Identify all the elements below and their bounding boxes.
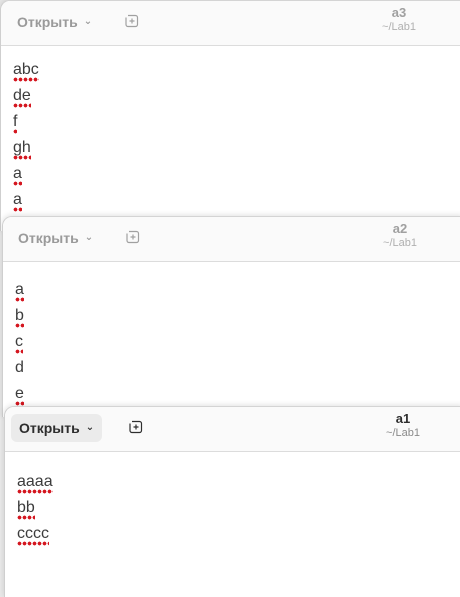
new-tab-icon[interactable] [125, 14, 139, 28]
misspelled-word: abc [13, 59, 39, 83]
text-line: f [13, 111, 39, 137]
misspelled-word: c [15, 331, 23, 355]
text-area[interactable]: aaaa bb cccc [17, 471, 53, 549]
window-title: a1 ~/Lab1 [363, 411, 443, 440]
document-title: a3 [391, 5, 407, 20]
document-title: a2 [392, 221, 408, 236]
text-line: c [15, 331, 24, 357]
text-line: a [13, 163, 39, 189]
window-title: a2 ~/Lab1 [360, 221, 440, 250]
misspelled-word: a [15, 279, 24, 303]
open-button[interactable]: Открыть ⌄ [9, 8, 100, 36]
misspelled-word: b [15, 305, 24, 329]
open-button[interactable]: Открыть ⌄ [11, 414, 103, 442]
misspelled-word: a [13, 163, 22, 187]
editor-window-a3[interactable]: Открыть ⌄ a3 ~/Lab1 abc de f gh a a [0, 0, 460, 231]
document-path: ~/Lab1 [383, 236, 417, 249]
open-button-label: Открыть [17, 14, 78, 30]
document-path: ~/Lab1 [386, 426, 420, 439]
misspelled-word: f [13, 111, 18, 135]
window-title: a3 ~/Lab1 [359, 5, 439, 34]
text-line: de [13, 85, 39, 111]
header-bar: Открыть ⌄ a1 ~/Lab1 [5, 407, 460, 452]
chevron-down-icon: ⌄ [83, 16, 93, 27]
text-line: gh [13, 137, 39, 163]
header-bar: Открыть ⌄ a2 ~/Lab1 [3, 217, 460, 262]
text-line: d [15, 357, 24, 383]
text-area[interactable]: abc de f gh a a [13, 59, 39, 215]
text-word: d [15, 359, 24, 376]
text-line: cccc [17, 523, 53, 549]
open-button-label: Открыть [19, 420, 80, 436]
misspelled-word: cccc [17, 523, 49, 547]
misspelled-word: gh [13, 137, 31, 161]
misspelled-word: e [15, 383, 24, 407]
header-bar: Открыть ⌄ a3 ~/Lab1 [1, 1, 460, 46]
text-line: aaaa [17, 471, 53, 497]
editor-window-a2[interactable]: Открыть ⌄ a2 ~/Lab1 a b c d e [2, 216, 460, 417]
text-line: a [13, 189, 39, 215]
misspelled-word: a [13, 189, 22, 213]
text-line: bb [17, 497, 53, 523]
text-area[interactable]: a b c d e [15, 279, 24, 409]
text-line: a [15, 279, 24, 305]
new-tab-icon[interactable] [126, 230, 140, 244]
text-line: b [15, 305, 24, 331]
document-path: ~/Lab1 [382, 20, 416, 33]
misspelled-word: de [13, 85, 31, 109]
open-button[interactable]: Открыть ⌄ [10, 224, 101, 252]
document-title: a1 [395, 411, 411, 426]
misspelled-word: bb [17, 497, 35, 521]
chevron-down-icon: ⌄ [84, 232, 94, 243]
new-tab-icon[interactable] [129, 420, 143, 434]
text-line: abc [13, 59, 39, 85]
misspelled-word: aaaa [17, 471, 53, 495]
chevron-down-icon: ⌄ [85, 422, 95, 433]
editor-window-a1[interactable]: Открыть ⌄ a1 ~/Lab1 aaaa bb cccc [4, 406, 460, 597]
open-button-label: Открыть [18, 230, 79, 246]
